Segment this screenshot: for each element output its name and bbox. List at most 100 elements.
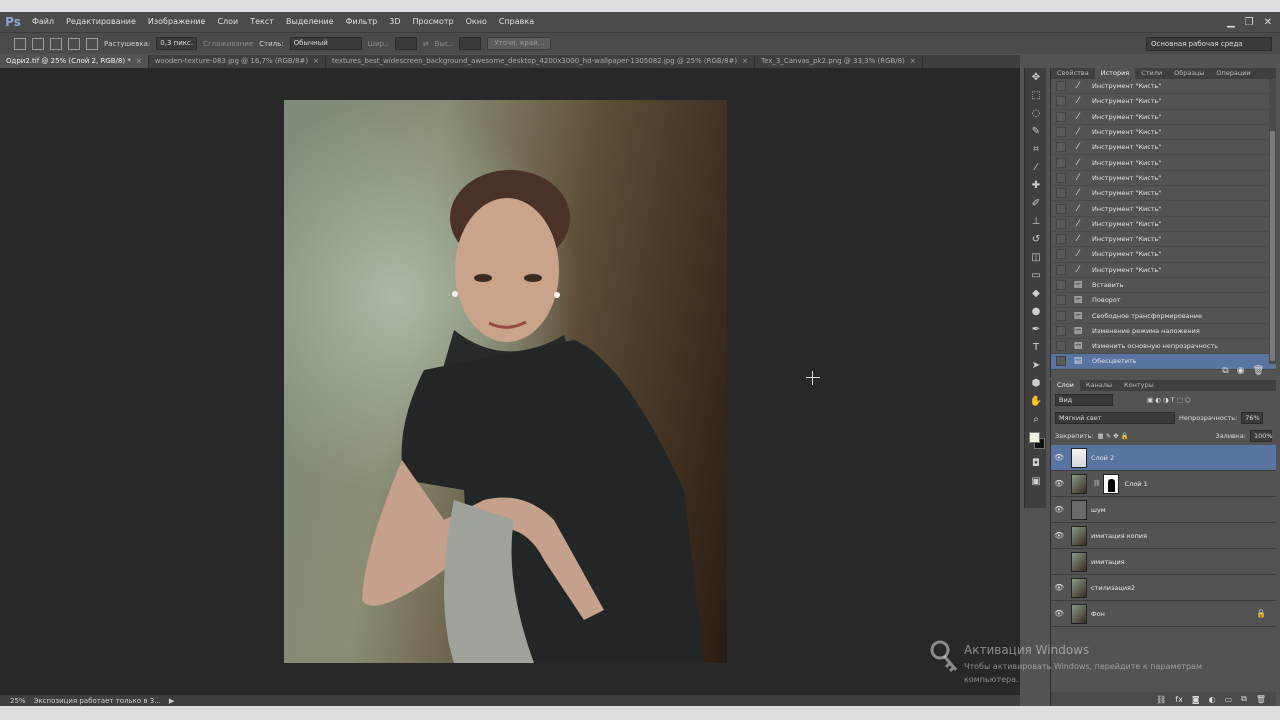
snapshot-checkbox[interactable]	[1056, 234, 1066, 245]
menu-window[interactable]: Окно	[460, 12, 493, 32]
snapshot-checkbox[interactable]	[1056, 172, 1066, 183]
snapshot-checkbox[interactable]	[1056, 249, 1066, 260]
snapshot-checkbox[interactable]	[1056, 280, 1066, 290]
clone-stamp-tool-icon[interactable]: ⊥	[1025, 212, 1047, 230]
layer-row[interactable]: 👁 ⛓ Слой 1	[1051, 471, 1276, 497]
history-state[interactable]: ⁄ Инструмент "Кисть"	[1051, 155, 1276, 171]
history-state[interactable]: ⁄ Инструмент "Кисть"	[1051, 140, 1276, 156]
menu-select[interactable]: Выделение	[280, 12, 340, 32]
layer-row[interactable]: 👁 стилизация2	[1051, 575, 1276, 601]
subtract-selection-icon[interactable]	[68, 37, 80, 50]
swap-icon[interactable]: ⇄	[423, 40, 429, 48]
snapshot-checkbox[interactable]	[1056, 96, 1066, 107]
eye-icon[interactable]: 👁	[1051, 583, 1067, 592]
menu-image[interactable]: Изображение	[142, 12, 212, 32]
history-state[interactable]: ⁄ Инструмент "Кисть"	[1051, 110, 1276, 125]
snapshot-checkbox[interactable]	[1056, 142, 1066, 153]
camera-snapshot-icon[interactable]: ◉	[1237, 366, 1245, 376]
add-mask-icon[interactable]: ◙	[1192, 695, 1200, 704]
layer-row[interactable]: 👁 шум	[1051, 497, 1276, 523]
minimize-icon[interactable]: ▁	[1227, 17, 1235, 28]
snapshot-checkbox[interactable]	[1056, 111, 1066, 122]
snapshot-checkbox[interactable]	[1056, 218, 1066, 229]
dodge-tool-icon[interactable]: ●	[1025, 302, 1047, 320]
type-tool-icon[interactable]: T	[1025, 338, 1047, 356]
snapshot-checkbox[interactable]	[1056, 203, 1066, 214]
eyedropper-tool-icon[interactable]: ⁄	[1025, 158, 1047, 176]
snapshot-checkbox[interactable]	[1056, 325, 1066, 336]
tab-paths[interactable]: Контуры	[1118, 380, 1160, 391]
eye-icon[interactable]: 👁	[1051, 505, 1067, 514]
tab-document[interactable]: Одри2.tif @ 25% (Слой 2, RGB/8) * ×	[0, 55, 149, 68]
marquee-preset-icon[interactable]	[14, 37, 26, 50]
close-icon[interactable]: ✕	[1264, 17, 1272, 28]
tab-close-icon[interactable]: ×	[136, 57, 142, 65]
restore-icon[interactable]: ❐	[1245, 17, 1254, 28]
move-tool-icon[interactable]: ✥	[1025, 68, 1047, 86]
eraser-tool-icon[interactable]: ◫	[1025, 248, 1047, 266]
eye-icon[interactable]: 👁	[1051, 557, 1067, 566]
portrait-image[interactable]	[284, 100, 727, 663]
workspace-select[interactable]: Основная рабочая среда	[1146, 37, 1272, 51]
height-input[interactable]	[459, 37, 482, 50]
menu-view[interactable]: Просмотр	[407, 12, 460, 32]
eye-icon[interactable]: 👁	[1051, 479, 1067, 488]
eye-icon[interactable]: 👁	[1051, 531, 1067, 540]
tab-swatches[interactable]: Образцы	[1168, 68, 1210, 79]
history-state[interactable]: ▤ Изменение режима наложения	[1051, 324, 1276, 340]
history-state[interactable]: ▤ Изменить основную непрозрачность	[1051, 339, 1276, 355]
tab-history[interactable]: История	[1094, 68, 1136, 79]
tab-close-icon[interactable]: ×	[742, 57, 748, 65]
tab-actions[interactable]: Операции	[1210, 68, 1256, 79]
menu-file[interactable]: Файл	[26, 12, 60, 32]
lock-icons[interactable]: ▦ ✎ ✥ 🔒	[1097, 432, 1128, 440]
snapshot-checkbox[interactable]	[1056, 264, 1066, 275]
snapshot-checkbox[interactable]	[1056, 127, 1066, 138]
path-select-tool-icon[interactable]: ➤	[1025, 356, 1047, 374]
history-state[interactable]: ⁄ Инструмент "Кисть"	[1051, 94, 1276, 110]
history-state[interactable]: ⁄ Инструмент "Кисть"	[1051, 186, 1276, 202]
pen-tool-icon[interactable]: ✒	[1025, 320, 1047, 338]
filter-kind-select[interactable]: Вид	[1055, 394, 1113, 406]
snapshot-checkbox[interactable]	[1056, 341, 1066, 352]
trash-icon[interactable]: 🗑	[1256, 695, 1266, 704]
color-swatches[interactable]	[1025, 428, 1046, 454]
layer-row[interactable]: 👁 имитация копия	[1051, 523, 1276, 549]
refine-edge-button[interactable]: Уточн. край...	[487, 37, 552, 50]
zoom-tool-icon[interactable]: ⌕	[1025, 410, 1047, 428]
menu-edit[interactable]: Редактирование	[60, 12, 142, 32]
scrollbar-thumb[interactable]	[1270, 131, 1275, 361]
tab-document[interactable]: Tex_3_Canvas_pk2.png @ 33,3% (RGB/8) ×	[755, 55, 923, 68]
gradient-tool-icon[interactable]: ▭	[1025, 266, 1047, 284]
menu-type[interactable]: Текст	[244, 12, 280, 32]
blur-tool-icon[interactable]: ◆	[1025, 284, 1047, 302]
lasso-tool-icon[interactable]: ◌	[1025, 104, 1047, 122]
tab-properties[interactable]: Свойства	[1051, 68, 1095, 79]
history-state[interactable]: ⁄ Инструмент "Кисть"	[1051, 171, 1276, 187]
add-selection-icon[interactable]	[50, 37, 62, 50]
width-input[interactable]	[394, 37, 417, 50]
snapshot-checkbox[interactable]	[1056, 295, 1066, 306]
status-arrow-icon[interactable]: ▶	[169, 697, 174, 705]
history-state[interactable]: ⁄ Инструмент "Кисть"	[1051, 125, 1276, 141]
intersect-selection-icon[interactable]	[86, 37, 98, 50]
history-state[interactable]: ▤ Свободное трансформирование	[1051, 308, 1276, 324]
history-state[interactable]: ▤ Поворот	[1051, 293, 1276, 309]
trash-icon[interactable]: 🗑	[1253, 366, 1264, 376]
marquee-tool-icon[interactable]: ⬚	[1025, 86, 1047, 104]
foreground-color-swatch[interactable]	[1029, 432, 1040, 443]
history-state[interactable]: ⁄ Инструмент "Кисть"	[1051, 263, 1276, 278]
layer-row[interactable]: 👁 Фон 🔒	[1051, 601, 1276, 627]
new-document-from-state-icon[interactable]: ⧉	[1222, 366, 1228, 376]
screen-mode-icon[interactable]: ▣	[1025, 472, 1047, 490]
feather-input[interactable]: 0,3 пикс.	[156, 37, 198, 50]
tab-close-icon[interactable]: ×	[910, 57, 916, 65]
canvas-area[interactable]	[0, 68, 1020, 695]
hand-tool-icon[interactable]: ✋	[1025, 392, 1047, 410]
brush-tool-icon[interactable]: ✐	[1025, 194, 1047, 212]
tab-document[interactable]: textures_best_widescreen_background_awes…	[326, 55, 756, 68]
snapshot-checkbox[interactable]	[1056, 310, 1066, 321]
history-state[interactable]: ⁄ Инструмент "Кисть"	[1051, 79, 1276, 95]
tab-channels[interactable]: Каналы	[1080, 380, 1118, 391]
history-state[interactable]: ⁄ Инструмент "Кисть"	[1051, 232, 1276, 248]
